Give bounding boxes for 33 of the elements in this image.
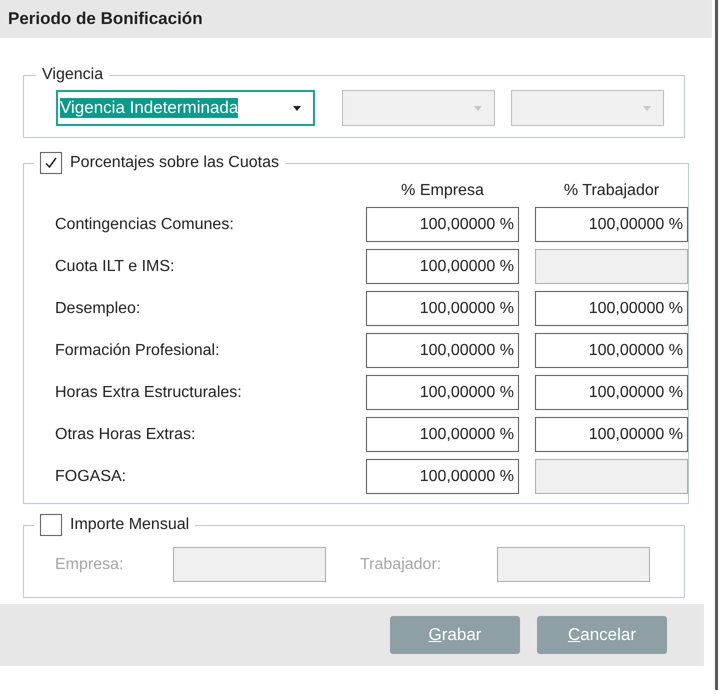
field-label: Formación Profesional: bbox=[54, 342, 221, 360]
input-field[interactable]: 100,00000 % bbox=[366, 459, 519, 494]
caret-icon bbox=[474, 106, 482, 110]
input-field[interactable]: 100,00000 % bbox=[366, 375, 519, 410]
field-label: Desempleo: bbox=[54, 300, 142, 318]
check-icon bbox=[44, 156, 58, 170]
input-field[interactable]: 100,00000 % bbox=[535, 333, 688, 368]
column-header: % Empresa bbox=[400, 182, 485, 200]
checkbox[interactable] bbox=[40, 514, 62, 536]
field-label: Empresa: bbox=[55, 556, 124, 574]
field-label: Contingencias Comunes: bbox=[54, 216, 235, 234]
checkbox[interactable] bbox=[40, 152, 62, 174]
input-field[interactable]: 100,00000 % bbox=[366, 417, 519, 452]
input-field[interactable]: 100,00000 % bbox=[535, 207, 688, 242]
field-label: Otras Horas Extras: bbox=[54, 426, 196, 444]
checkbox-label: Porcentajes sobre las Cuotas bbox=[70, 154, 279, 172]
caret-icon bbox=[293, 106, 301, 110]
group-label: Vigencia bbox=[42, 66, 104, 84]
input-field[interactable]: 100,00000 % bbox=[366, 291, 519, 326]
column-header: % Trabajador bbox=[562, 182, 660, 200]
field-label: Cuota ILT e IMS: bbox=[54, 258, 176, 276]
input-field[interactable]: 100,00000 % bbox=[535, 417, 688, 452]
window-title: Periodo de Bonificación bbox=[8, 9, 203, 29]
input-field[interactable]: 100,00000 % bbox=[366, 207, 519, 242]
caret-icon bbox=[643, 106, 651, 110]
input-field[interactable]: 100,00000 % bbox=[535, 291, 688, 326]
field-label: FOGASA: bbox=[54, 468, 128, 486]
field-label: Horas Extra Estructurales: bbox=[54, 384, 243, 402]
field-label: Trabajador: bbox=[360, 556, 442, 574]
input-field[interactable]: 100,00000 % bbox=[366, 249, 519, 284]
checkbox-label: Importe Mensual bbox=[70, 516, 190, 534]
input-field[interactable]: 100,00000 % bbox=[366, 333, 519, 368]
input-field[interactable]: 100,00000 % bbox=[535, 375, 688, 410]
